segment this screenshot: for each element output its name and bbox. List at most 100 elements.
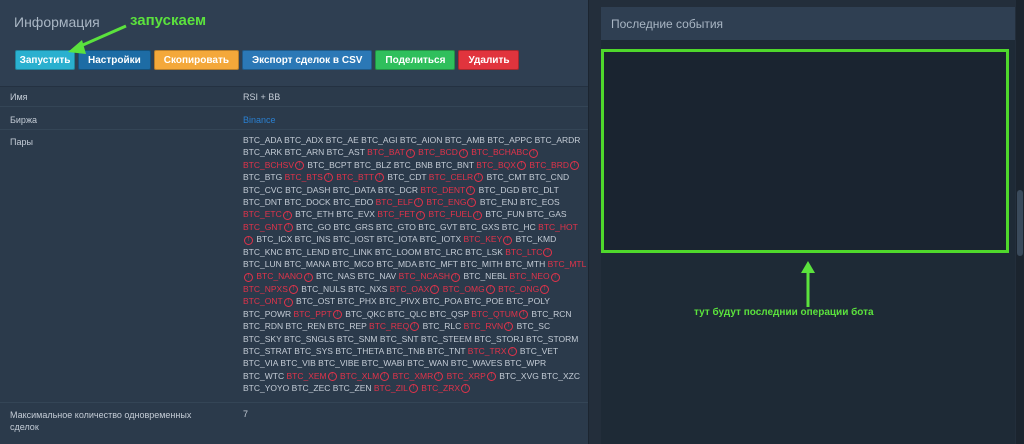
warning-circle-icon[interactable]: ! <box>288 285 298 295</box>
events-list[interactable] <box>601 49 1009 253</box>
pair-item: BTC_XEM! <box>286 371 337 381</box>
warning-circle-icon[interactable]: ! <box>467 198 477 208</box>
pair-item: BTC_WTC <box>243 371 284 381</box>
pair-item: BTC_WPR <box>505 358 547 368</box>
pair-item: BTC_FUN <box>485 209 524 219</box>
pair-name: BTC_LOOM <box>374 246 422 257</box>
exchange-label: Биржа <box>10 115 37 125</box>
pair-name: BTC_LEND <box>285 246 330 257</box>
pair-item: BTC_VET <box>520 346 558 356</box>
pair-item: BTC_BCD! <box>418 147 469 158</box>
pair-item: BTC_LTC! <box>505 247 553 257</box>
pair-name: BTC_EDO <box>333 197 374 208</box>
pair-name: BTC_SNGLS <box>283 333 335 344</box>
pair-item: BTC_PPT! <box>294 309 343 319</box>
pair-item: BTC_XRP! <box>447 371 497 381</box>
pair-item: BTC_SNT <box>380 334 419 344</box>
warning-circle-icon[interactable]: ! <box>507 347 517 357</box>
pair-item: BTC_DLT <box>522 185 559 195</box>
warning-circle-icon[interactable]: ! <box>416 210 426 220</box>
export-csv-button[interactable]: Экспорт сделок в CSV <box>242 50 373 70</box>
warning-circle-icon[interactable]: ! <box>474 173 484 183</box>
warning-circle-icon[interactable]: ! <box>503 235 513 245</box>
pair-item: BTC_ZEN <box>333 383 372 393</box>
pair-item: BTC_AE <box>326 135 359 145</box>
pair-name: BTC_DLT <box>521 184 559 195</box>
pair-name: BTC_DCR <box>377 184 418 195</box>
divider <box>0 106 588 107</box>
warning-circle-icon[interactable]: ! <box>430 285 440 295</box>
warning-circle-icon[interactable]: ! <box>543 247 553 257</box>
pair-name: BTC_XZC <box>541 370 580 381</box>
warning-circle-icon[interactable]: ! <box>283 223 293 233</box>
warning-circle-icon[interactable]: ! <box>405 148 415 158</box>
warning-circle-icon[interactable]: ! <box>413 198 423 208</box>
warning-circle-icon[interactable]: ! <box>295 161 305 171</box>
pair-name: BTC_PHX <box>337 296 377 307</box>
pair-item: BTC_AST <box>327 147 365 157</box>
pair-item: BTC_VIBE <box>318 358 359 368</box>
name-value: RSI + BB <box>243 92 281 102</box>
pair-name: BTC_VIBE <box>318 358 360 369</box>
delete-button[interactable]: Удалить <box>458 50 520 70</box>
pair-item: BTC_SNM <box>337 334 378 344</box>
warning-circle-icon[interactable]: ! <box>375 173 384 183</box>
page-scrollbar[interactable] <box>1016 0 1024 444</box>
warning-circle-icon[interactable]: ! <box>434 371 444 381</box>
warning-circle-icon[interactable]: ! <box>540 285 550 295</box>
warning-circle-icon[interactable]: ! <box>303 272 313 282</box>
pair-item: BTC_PIVX <box>379 296 420 306</box>
pair-item: BTC_CELR! <box>428 172 484 183</box>
pair-item: BTC_QKC <box>345 309 385 319</box>
pair-item: BTC_XMR! <box>393 371 445 381</box>
pair-item: BTC_GVT <box>418 222 457 232</box>
pair-name: BTC_ICX <box>256 234 293 245</box>
pair-item: BTC_ARN <box>285 147 325 157</box>
pair-item: BTC_SNGLS <box>284 334 335 344</box>
warning-circle-icon[interactable]: ! <box>570 161 580 171</box>
pair-item: BTC_NULS <box>301 284 345 294</box>
copy-button[interactable]: Скопировать <box>153 50 239 70</box>
pair-name: BTC_CELR <box>428 172 474 183</box>
warning-circle-icon[interactable]: ! <box>323 173 333 183</box>
warning-circle-icon[interactable]: ! <box>283 297 293 307</box>
pair-item: BTC_SKY <box>243 334 282 344</box>
warning-circle-icon[interactable]: ! <box>380 371 390 381</box>
warning-circle-icon[interactable]: ! <box>458 148 468 158</box>
warning-circle-icon[interactable]: ! <box>244 272 253 282</box>
pair-name: BTC_KEY <box>463 234 503 245</box>
share-button[interactable]: Поделиться <box>375 50 456 70</box>
warning-circle-icon[interactable]: ! <box>327 371 337 381</box>
warning-circle-icon[interactable]: ! <box>410 322 420 332</box>
pair-item: BTC_MTH <box>505 259 545 269</box>
pair-item: BTC_STORM <box>526 334 578 344</box>
pair-name: BTC_DASH <box>285 184 331 195</box>
warning-circle-icon[interactable]: ! <box>518 309 528 319</box>
pair-name: BTC_NAV <box>357 271 397 282</box>
warning-circle-icon[interactable]: ! <box>485 285 495 295</box>
pair-name: BTC_KMD <box>515 234 557 245</box>
pair-name: BTC_GXS <box>459 221 500 232</box>
pair-name: BTC_NANO <box>256 271 303 282</box>
warning-circle-icon[interactable]: ! <box>408 384 418 394</box>
pair-name: BTC_LSK <box>465 246 503 257</box>
pair-item: BTC_BTT! <box>336 172 385 183</box>
scrollbar-thumb[interactable] <box>1017 190 1023 256</box>
pair-name: BTC_BCD <box>418 147 458 158</box>
pair-item: BTC_DCR <box>378 185 418 195</box>
exchange-link[interactable]: Binance <box>243 115 276 125</box>
warning-circle-icon[interactable]: ! <box>451 272 461 282</box>
warning-circle-icon[interactable]: ! <box>516 161 526 171</box>
warning-circle-icon[interactable]: ! <box>461 384 471 394</box>
warning-circle-icon[interactable]: ! <box>472 210 482 220</box>
warning-circle-icon[interactable]: ! <box>332 309 342 319</box>
warning-circle-icon[interactable]: ! <box>282 210 292 220</box>
warning-circle-icon[interactable]: ! <box>550 272 560 282</box>
warning-circle-icon[interactable]: ! <box>504 322 514 332</box>
pair-name: BTC_LTC <box>505 246 543 257</box>
warning-circle-icon[interactable]: ! <box>486 371 496 381</box>
pair-name: BTC_MFT <box>418 259 458 270</box>
warning-circle-icon[interactable]: ! <box>244 235 253 245</box>
warning-circle-icon[interactable]: ! <box>466 185 476 195</box>
warning-circle-icon[interactable]: ! <box>529 148 539 158</box>
